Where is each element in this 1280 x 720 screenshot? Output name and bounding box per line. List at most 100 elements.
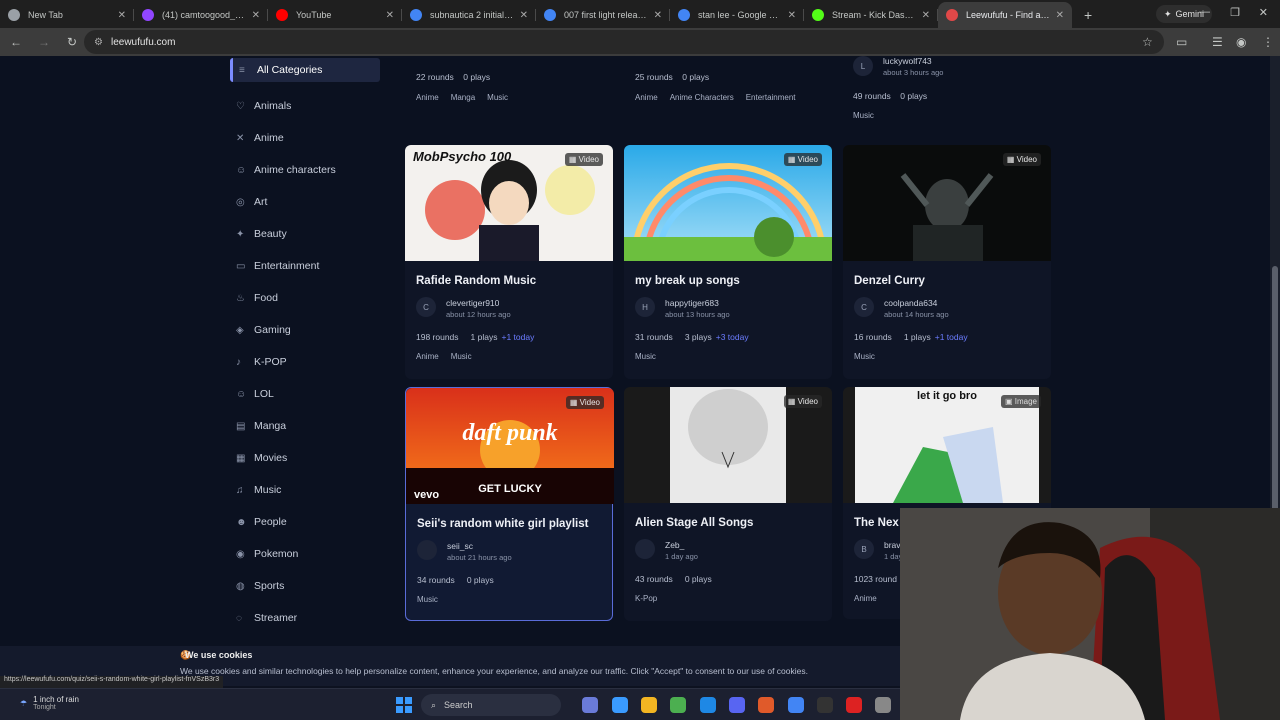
tag-chip[interactable]: Anime Characters [670, 93, 734, 102]
tag-chip[interactable]: Music [853, 111, 874, 120]
site-info-icon[interactable]: ⚙ [94, 37, 103, 48]
tag-chip[interactable]: Anime [854, 594, 877, 603]
browser-tab[interactable]: Leewufufu - Find and P ✕ [938, 2, 1072, 28]
quiz-title[interactable]: Rafide Random Music [416, 275, 536, 287]
cast-icon[interactable]: ▭ [1176, 35, 1187, 49]
sidebar-item-music[interactable]: ♫ Music [230, 474, 380, 506]
quiz-title[interactable]: Denzel Curry [854, 275, 925, 287]
windows-start-icon[interactable] [396, 697, 412, 713]
tag-chip[interactable]: Anime [416, 93, 439, 102]
sidebar-item-food[interactable]: ♨ Food [230, 282, 380, 314]
sidebar-item-sports[interactable]: ◍ Sports [230, 570, 380, 602]
weather-widget[interactable]: ☂ 1 inch of rain Tonight [20, 695, 79, 711]
tag-chip[interactable]: Music [451, 352, 472, 361]
tag-chip[interactable]: Music [417, 595, 438, 604]
reload-icon[interactable]: ↻ [58, 35, 86, 49]
author-name[interactable]: seii_sc [447, 541, 473, 551]
obs-app-icon[interactable] [758, 697, 774, 713]
menu-icon[interactable]: ⋮ [1262, 35, 1274, 49]
sidebar-item-anime[interactable]: ✕ Anime [230, 122, 380, 154]
restore-icon[interactable]: ❐ [1230, 6, 1240, 19]
author-name[interactable]: happytiger683 [665, 298, 719, 308]
tag-chip[interactable]: Music [635, 352, 656, 361]
quiz-card[interactable]: ▦ Video Denzel Curry Ccoolpanda634 about 14… [843, 145, 1051, 379]
author-name[interactable]: luckywolf743 [883, 56, 932, 66]
settings-app-icon[interactable] [875, 697, 891, 713]
tag-chip[interactable]: Music [487, 93, 508, 102]
sidebar-item-pokemon[interactable]: ◉ Pokemon [230, 538, 380, 570]
address-bar[interactable]: ⚙ leewufufu.com [84, 30, 1164, 54]
browser-tab[interactable]: YouTube ✕ [268, 2, 402, 28]
tab-close-icon[interactable]: ✕ [1056, 10, 1064, 21]
bookmark-star-icon[interactable]: ☆ [1142, 35, 1153, 49]
copilot-app-icon[interactable] [582, 697, 598, 713]
tab-close-icon[interactable]: ✕ [118, 10, 126, 21]
tag-chip[interactable]: Entertainment [746, 93, 796, 102]
chrome-active-app-icon[interactable] [788, 697, 804, 713]
explorer-app-icon[interactable] [641, 697, 657, 713]
tab-close-icon[interactable]: ✕ [252, 10, 260, 21]
sidebar-item-k-pop[interactable]: ♪ K-POP [230, 346, 380, 378]
discord-app-icon[interactable] [729, 697, 745, 713]
edge-app-icon[interactable] [700, 697, 716, 713]
quiz-thumbnail[interactable]: ▦ Video [624, 387, 832, 503]
capcut-app-icon[interactable] [817, 697, 833, 713]
sidebar-item-lol[interactable]: ☺ LOL [230, 378, 380, 410]
sidebar-item-streamer[interactable]: ◌ Streamer [230, 602, 380, 634]
sidebar-item-manga[interactable]: ▤ Manga [230, 410, 380, 442]
quiz-title[interactable]: Seii's random white girl playlist [417, 518, 588, 530]
tab-close-icon[interactable]: ✕ [520, 10, 528, 21]
new-tab-icon[interactable]: + [1084, 7, 1092, 23]
author-name[interactable]: brav [884, 540, 901, 550]
quiz-thumbnail[interactable]: daft punk GET LUCKY vevo ▦ Video [406, 388, 614, 504]
tag-chip[interactable]: Anime [416, 352, 439, 361]
tag-chip[interactable]: Music [854, 352, 875, 361]
tab-close-icon[interactable]: ✕ [386, 10, 394, 21]
quiz-thumbnail[interactable]: ▦ Video [843, 145, 1051, 261]
sidebar-item-movies[interactable]: ▦ Movies [230, 442, 380, 474]
browser-tab[interactable]: 007 first light release da ✕ [536, 2, 670, 28]
tag-chip[interactable]: K-Pop [635, 594, 657, 603]
quiz-card[interactable]: ▦ Video my break up songs Hhappytiger683 ab… [624, 145, 832, 379]
author-name[interactable]: clevertiger910 [446, 298, 499, 308]
author-name[interactable]: Zeb_ [665, 540, 684, 550]
browser-tab[interactable]: New Tab ✕ [0, 2, 134, 28]
close-window-icon[interactable]: ✕ [1259, 6, 1268, 19]
record-app-icon[interactable] [846, 697, 862, 713]
minimize-icon[interactable]: — [1199, 6, 1210, 18]
tab-close-icon[interactable]: ✕ [654, 10, 662, 21]
quiz-title[interactable]: Alien Stage All Songs [635, 517, 753, 529]
profile-icon[interactable]: ◉ [1236, 35, 1246, 49]
sidebar-item-anime-characters[interactable]: ☺ Anime characters [230, 154, 380, 186]
tag-chip[interactable]: Anime [635, 93, 658, 102]
sidebar-item-art[interactable]: ◎ Art [230, 186, 380, 218]
browser-tab[interactable]: stan lee - Google Search ✕ [670, 2, 804, 28]
sidebar-item-entertainment[interactable]: ▭ Entertainment [230, 250, 380, 282]
quiz-title[interactable]: The Nex [854, 517, 899, 529]
browser-tab[interactable]: Stream - Kick Dashboar ✕ [804, 2, 938, 28]
tag-chip[interactable]: Manga [451, 93, 475, 102]
chrome-app-icon[interactable] [612, 697, 628, 713]
quiz-thumbnail[interactable]: ▦ Video [624, 145, 832, 261]
sidebar-item-all-categories[interactable]: ≡ All Categories [230, 58, 380, 82]
tab-close-icon[interactable]: ✕ [788, 10, 796, 21]
sidebar-item-gaming[interactable]: ◈ Gaming [230, 314, 380, 346]
extensions-icon[interactable]: ☰ [1212, 35, 1223, 49]
sidebar-item-animals[interactable]: ♡ Animals [230, 90, 380, 122]
quiz-thumbnail[interactable]: let it go bro ▣ Image [843, 387, 1051, 503]
browser-tab[interactable]: subnautica 2 initial relea ✕ [402, 2, 536, 28]
quiz-card[interactable]: ▦ Video Alien Stage All Songs Zeb_ 1 day ag… [624, 387, 832, 621]
back-icon[interactable]: ← [2, 35, 30, 49]
taskbar-search[interactable]: ⌕ Search [421, 694, 561, 716]
quiz-card[interactable]: daft punk GET LUCKY vevo ▦ Video Seii's rand… [405, 387, 614, 621]
quiz-thumbnail[interactable]: MobPsycho 100 ▦ Video [405, 145, 613, 261]
quiz-card[interactable]: MobPsycho 100 ▦ Video Rafide Random Music C… [405, 145, 613, 379]
sidebar-item-beauty[interactable]: ✦ Beauty [230, 218, 380, 250]
author-name[interactable]: coolpanda634 [884, 298, 937, 308]
chrome-profile-app-icon[interactable] [670, 697, 686, 713]
quiz-title[interactable]: my break up songs [635, 275, 740, 287]
tab-close-icon[interactable]: ✕ [922, 10, 930, 21]
browser-tab[interactable]: (41) camtoogood_ - Vid ✕ [134, 2, 268, 28]
forward-icon[interactable]: → [30, 35, 58, 49]
sidebar-item-people[interactable]: ☻ People [230, 506, 380, 538]
